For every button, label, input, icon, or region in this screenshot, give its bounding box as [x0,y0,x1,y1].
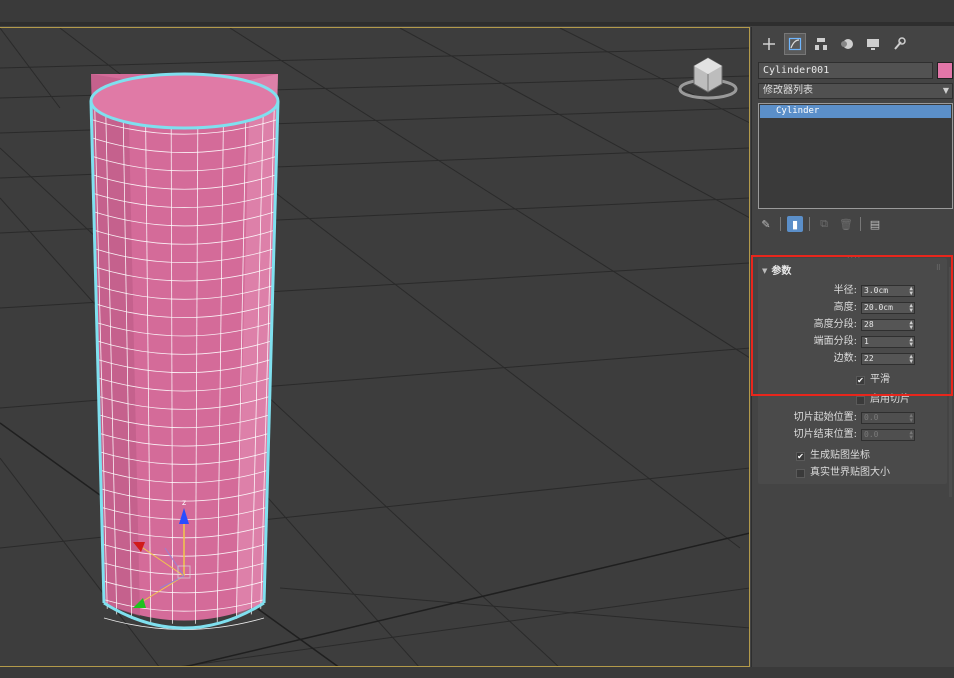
real-world-map-checkbox[interactable] [796,468,805,478]
height-value: 20.0cm [864,303,893,312]
gen-mapping-checkbox-row[interactable]: ✔ 生成贴图坐标 [796,449,870,463]
object-name-field[interactable]: Cylinder001 [758,62,933,79]
spinner-arrows-icon[interactable]: ▲ ▼ [909,430,913,441]
slice-to-label: 切片结束位置: [793,429,857,440]
modify-icon [788,37,802,51]
height-segments-value: 28 [864,320,874,329]
slice-to-spinner[interactable]: 0.0 ▲ ▼ [861,429,915,441]
stack-item-cylinder[interactable]: Cylinder [760,105,951,118]
slice-on-label: 启用切片 [870,394,910,405]
command-panel: Cylinder001 修改器列表 ▼ Cylinder ✎ ▮ ⧉ 🗑 ▤ ·… [751,27,954,667]
gizmo-z-label: z [182,498,186,507]
title-bar-strip [0,0,954,22]
stack-toolbar: ✎ ▮ ⧉ 🗑 ▤ [758,215,883,233]
display-icon [867,39,879,50]
smooth-checkbox[interactable]: ✔ [856,375,865,385]
motion-tab[interactable] [836,33,858,55]
spinner-arrows-icon[interactable]: ▲ ▼ [909,413,913,424]
utilities-wrench-icon [894,37,906,50]
modify-tab[interactable] [784,33,806,55]
spinner-arrows-icon[interactable]: ▲ ▼ [909,303,913,314]
spinner-arrows-icon[interactable]: ▲ ▼ [909,337,913,348]
rollout-grip-icon: ⠿ [935,264,941,272]
radius-label: 半径: [833,285,857,296]
modifier-stack[interactable]: Cylinder [758,103,953,209]
modifier-list-label: 修改器列表 [763,85,813,96]
slice-to-value: 0.0 [864,430,879,439]
status-strip [0,667,954,678]
motion-icon [841,39,853,49]
slice-on-checkbox-row[interactable]: 启用切片 [856,393,910,407]
cap-segments-row: 端面分段: 1 ▲ ▼ [758,335,947,349]
create-tab[interactable] [758,33,780,55]
collapse-triangle-icon: ▼ [762,267,768,275]
cap-segments-value: 1 [864,337,869,346]
slice-on-checkbox[interactable] [856,395,865,405]
perspective-viewport[interactable]: z [0,27,750,667]
display-tab[interactable] [862,33,884,55]
gen-mapping-checkbox[interactable]: ✔ [796,451,805,461]
sides-value: 22 [864,354,874,363]
slice-from-label: 切片起始位置: [793,412,857,423]
height-segments-row: 高度分段: 28 ▲ ▼ [758,318,947,332]
make-unique-icon[interactable]: ⧉ [816,216,832,232]
gen-mapping-label: 生成贴图坐标 [810,450,870,461]
radius-spinner[interactable]: 3.0cm ▲ ▼ [861,285,915,297]
smooth-checkbox-row[interactable]: ✔ 平滑 [856,373,890,387]
sides-row: 边数: 22 ▲ ▼ [758,352,947,366]
slice-from-spinner[interactable]: 0.0 ▲ ▼ [861,412,915,424]
real-world-map-label: 真实世界贴图大小 [810,467,890,478]
panel-scrollbar[interactable] [949,267,952,497]
show-end-result-icon[interactable]: ▮ [787,216,803,232]
slice-from-value: 0.0 [864,413,879,422]
smooth-label: 平滑 [870,374,890,385]
modifier-list-dropdown[interactable]: 修改器列表 ▼ [758,83,953,99]
slice-to-row: 切片结束位置: 0.0 ▲ ▼ [758,428,947,442]
height-segments-spinner[interactable]: 28 ▲ ▼ [861,319,915,331]
hierarchy-tab[interactable] [810,33,832,55]
hierarchy-icon [815,38,827,50]
chevron-down-icon: ▼ [942,86,949,95]
toolbar-divider [809,217,810,231]
rollout-title: 参数 [771,266,792,277]
spinner-arrows-icon[interactable]: ▲ ▼ [909,320,913,331]
object-color-swatch[interactable] [937,62,953,79]
rollout-header[interactable]: ▼ 参数 [762,262,791,277]
pin-stack-icon[interactable]: ✎ [758,216,774,232]
height-segments-label: 高度分段: [813,319,857,330]
sides-label: 边数: [833,353,857,364]
real-world-map-checkbox-row[interactable]: 真实世界贴图大小 [796,466,890,480]
cap-segments-spinner[interactable]: 1 ▲ ▼ [861,336,915,348]
height-label: 高度: [833,302,857,313]
sides-spinner[interactable]: 22 ▲ ▼ [861,353,915,365]
height-spinner[interactable]: 20.0cm ▲ ▼ [861,302,915,314]
height-row: 高度: 20.0cm ▲ ▼ [758,301,947,315]
command-panel-tabs [758,33,910,57]
utilities-tab[interactable] [888,33,910,55]
parameters-rollout: ▼ 参数 ⠿ 半径: 3.0cm ▲ ▼ 高度: 20.0cm ▲ ▼ 高度分段: 28 ▲… [758,258,947,484]
configure-modifier-sets-icon[interactable]: ▤ [867,216,883,232]
remove-modifier-icon[interactable]: 🗑 [838,216,854,232]
radius-value: 3.0cm [864,286,889,295]
radius-row: 半径: 3.0cm ▲ ▼ [758,284,947,298]
toolbar-divider [860,217,861,231]
toolbar-divider [780,217,781,231]
create-plus-icon [763,38,775,50]
spinner-arrows-icon[interactable]: ▲ ▼ [909,286,913,297]
cap-segments-label: 端面分段: [813,336,857,347]
title-bar-divider [0,22,954,26]
viewport-scene: z [0,28,749,666]
spinner-arrows-icon[interactable]: ▲ ▼ [909,354,913,365]
slice-from-row: 切片起始位置: 0.0 ▲ ▼ [758,411,947,425]
